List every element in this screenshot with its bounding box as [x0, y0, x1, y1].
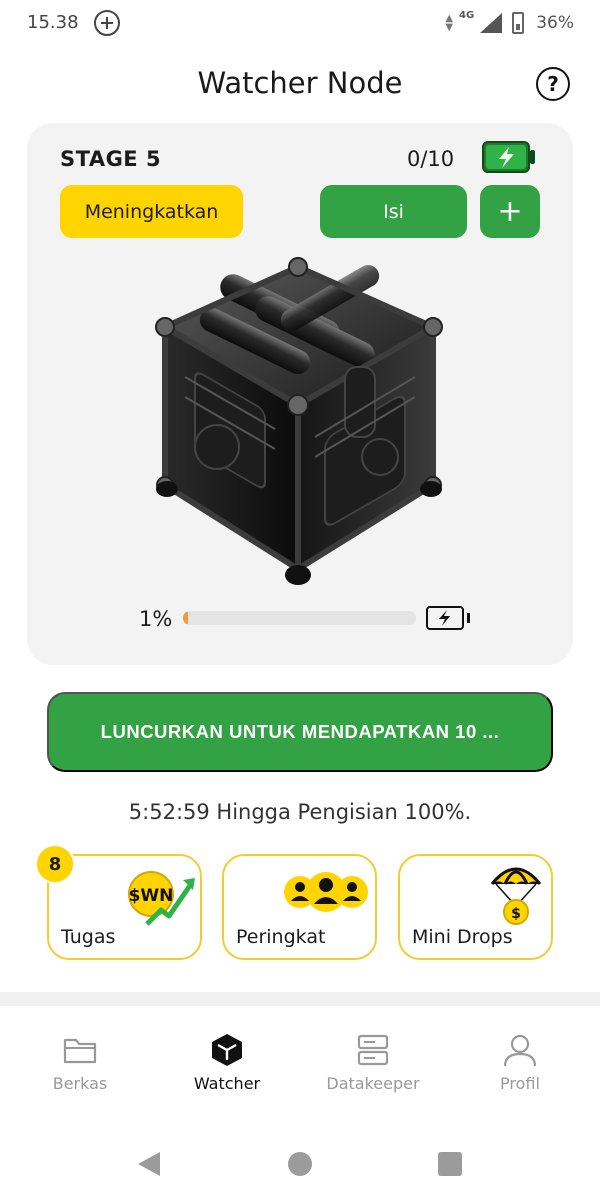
- parachute-coin-icon: $: [490, 867, 542, 925]
- battery-percent: 36%: [536, 13, 574, 33]
- progress-bar: [183, 611, 416, 625]
- nav-item-datakeeper[interactable]: Datakeeper: [298, 1006, 448, 1106]
- progress-percent: 1%: [139, 607, 173, 631]
- stage-label: STAGE 5: [60, 147, 162, 171]
- swn-icon-text: $WN: [129, 886, 174, 906]
- app-header: Watcher Node ?: [0, 60, 600, 112]
- countdown-text: 5:52:59 Hingga Pengisian 100%.: [128, 800, 472, 824]
- folder-icon: [63, 1038, 97, 1064]
- signal-icon: [480, 13, 503, 33]
- tasks-label: Tugas: [61, 926, 116, 948]
- green-battery-icon: [482, 141, 535, 173]
- profile-icon: [503, 1034, 537, 1067]
- mini-drops-card[interactable]: $ Mini Drops: [398, 854, 553, 960]
- nav-item-berkas[interactable]: Berkas: [5, 1006, 155, 1106]
- rank-card[interactable]: Peringkat: [222, 854, 377, 960]
- data-arrows-icon: ▲ ▼: [445, 13, 454, 33]
- swn-growth-icon: $WN: [128, 871, 195, 926]
- content-divider: [0, 992, 600, 1006]
- watcher-node-image: [155, 257, 443, 585]
- nav-label-watcher: Watcher: [193, 1074, 261, 1093]
- battery-icon: [512, 12, 525, 34]
- cube-icon: [212, 1034, 242, 1066]
- fill-button[interactable]: Isi: [320, 185, 467, 238]
- recent-apps-icon[interactable]: [438, 1152, 462, 1176]
- tasks-card[interactable]: 8 $WN Tugas: [35, 844, 202, 960]
- mini-drops-label: Mini Drops: [412, 926, 513, 948]
- network-type: 4G: [459, 9, 475, 21]
- status-bar: 15.38 ▲ ▼ 4G 36%: [0, 0, 600, 48]
- progress-fill: [183, 611, 188, 625]
- add-button[interactable]: +: [480, 185, 540, 238]
- status-time: 15.38: [27, 12, 79, 33]
- charge-count: 0/10: [407, 147, 455, 171]
- tasks-count-badge: 8: [35, 844, 75, 884]
- server-icon: [357, 1034, 389, 1066]
- nav-label-berkas: Berkas: [52, 1074, 108, 1093]
- launch-button[interactable]: LUNCURKAN UNTUK MENDAPATKAN 10 ...: [47, 692, 553, 772]
- nav-item-watcher[interactable]: Watcher: [152, 1006, 302, 1106]
- battery-bolt-icon: [426, 606, 470, 630]
- upgrade-button[interactable]: Meningkatkan: [60, 185, 243, 238]
- status-indicators: ▲ ▼ 4G 36%: [445, 10, 574, 36]
- page-title: Watcher Node: [197, 66, 403, 100]
- home-icon[interactable]: [288, 1152, 312, 1176]
- coin-symbol: $: [511, 906, 521, 922]
- rank-label: Peringkat: [236, 926, 326, 948]
- system-nav: [0, 1128, 600, 1200]
- node-card: STAGE 5 0/10 Meningkatkan Isi + 1%: [27, 123, 573, 665]
- back-icon[interactable]: [136, 1150, 162, 1178]
- people-group-icon: [284, 872, 368, 912]
- add-circle-icon: [94, 10, 120, 36]
- nav-label-datakeeper: Datakeeper: [326, 1074, 420, 1093]
- nav-item-profil[interactable]: Profil: [445, 1006, 595, 1106]
- bottom-nav: Berkas Watcher Datakeeper Profil: [0, 1006, 600, 1116]
- nav-label-profil: Profil: [500, 1074, 540, 1093]
- help-icon[interactable]: ?: [536, 67, 570, 101]
- help-symbol: ?: [547, 72, 559, 96]
